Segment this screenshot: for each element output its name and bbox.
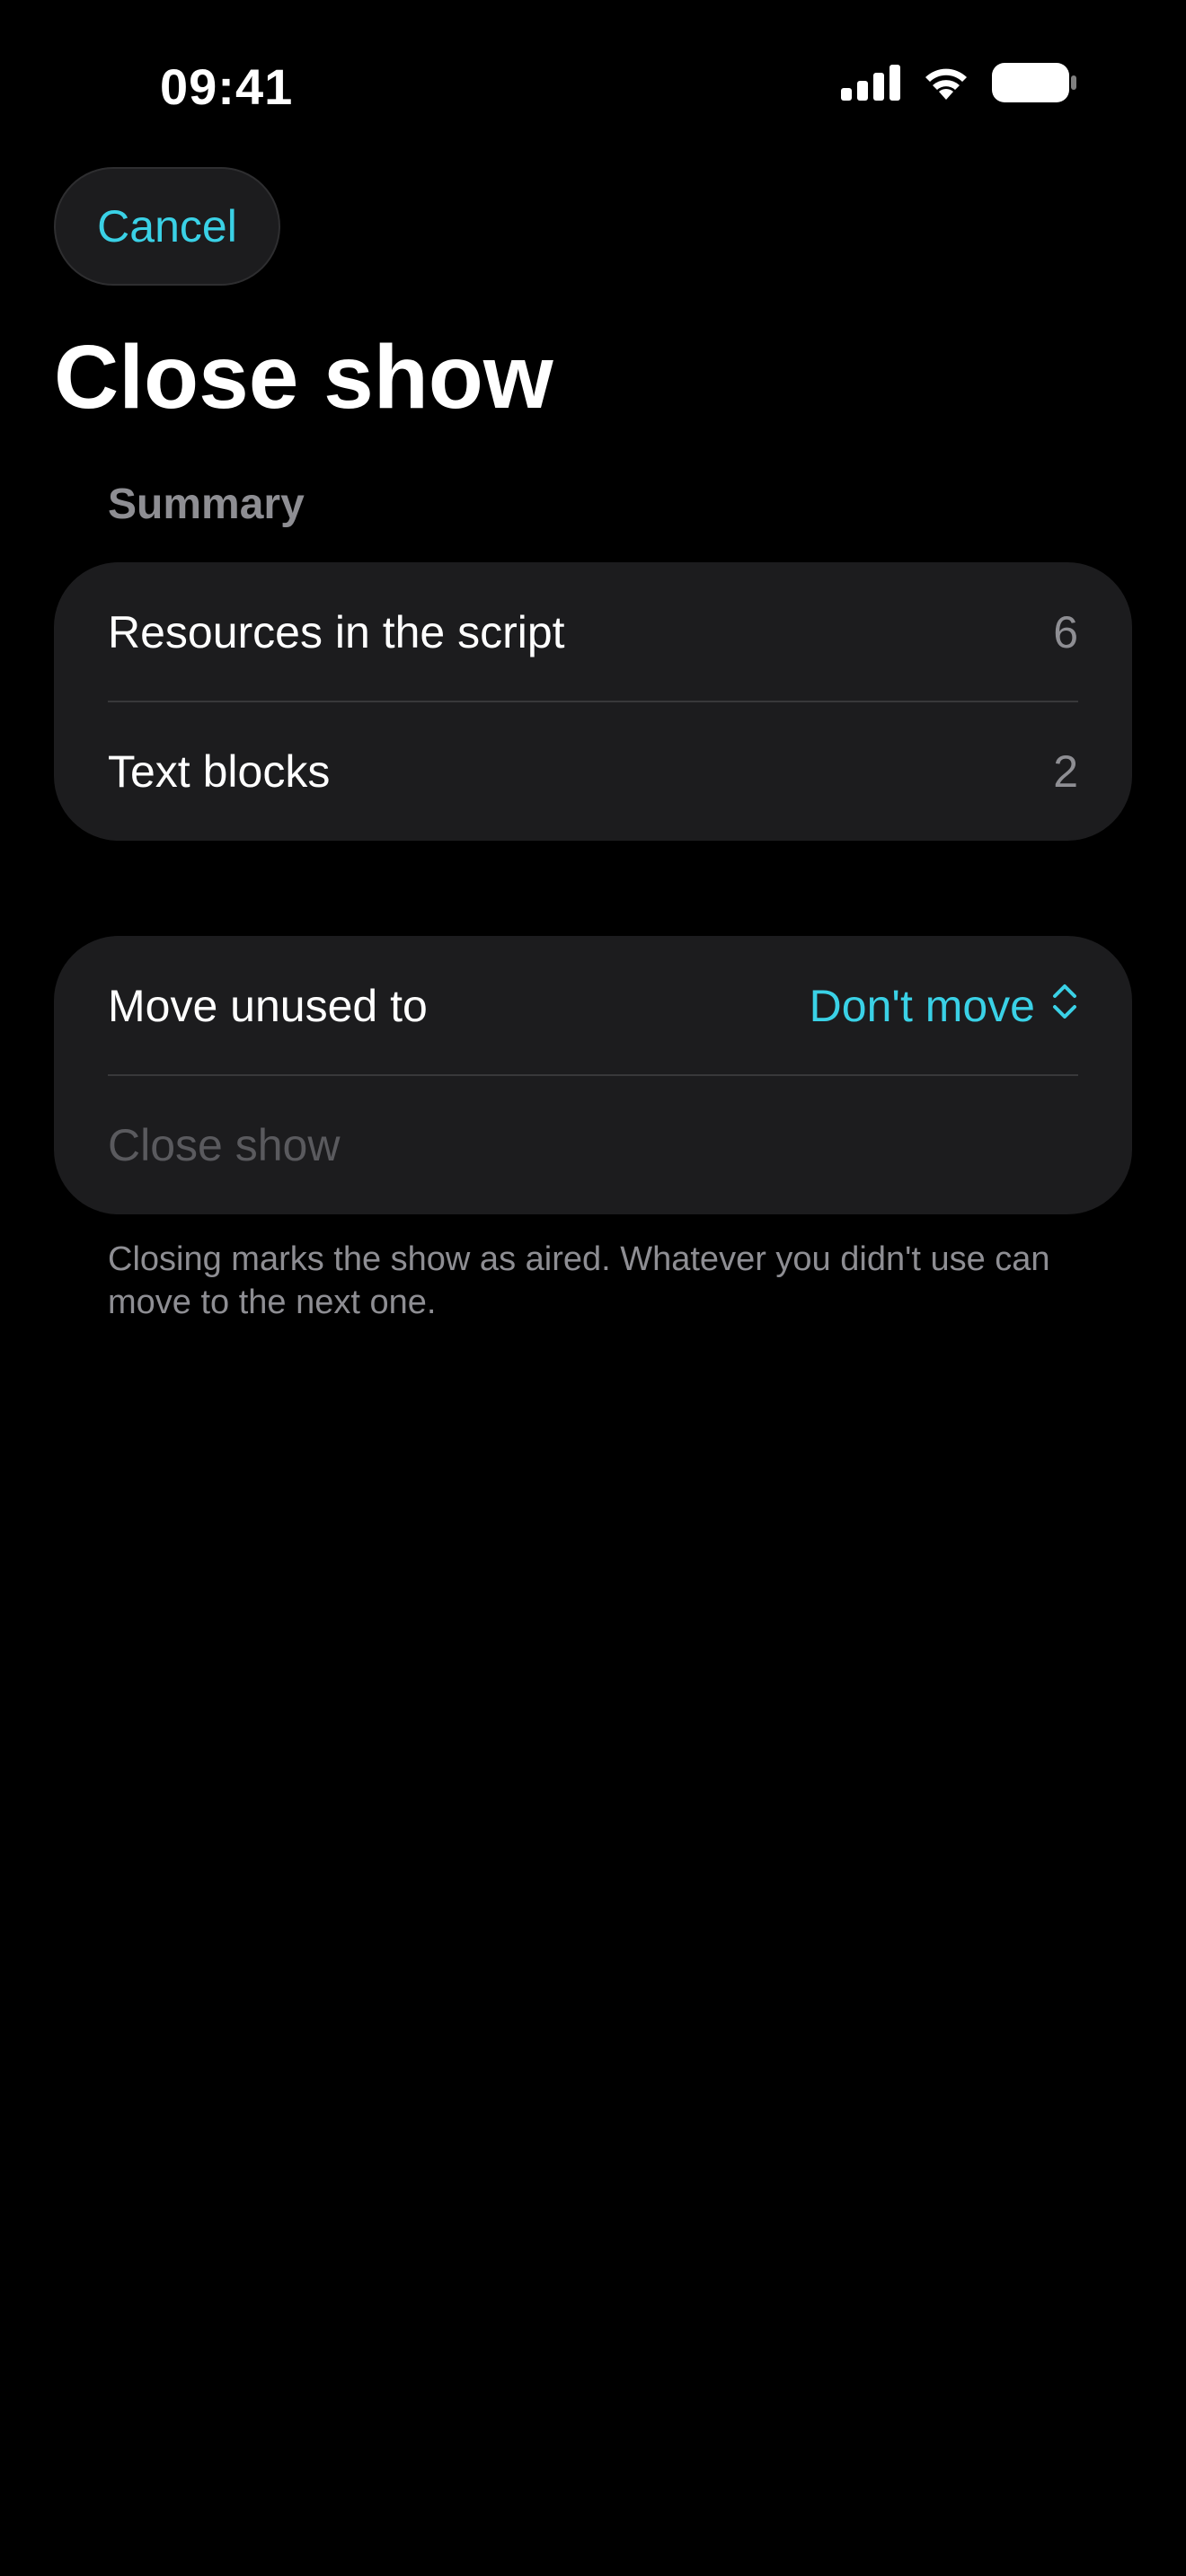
battery-icon <box>992 63 1076 107</box>
section-header-summary: Summary <box>108 481 305 528</box>
footnote: Closing marks the show as aired. Whateve… <box>108 1240 1050 1321</box>
summary-row-label: Resources in the script <box>108 606 565 657</box>
summary-row-value: 6 <box>1053 606 1078 657</box>
cellular-signal-icon <box>841 65 900 105</box>
cancel-button[interactable]: Cancel <box>54 167 280 286</box>
chevron-up-down-icon <box>1051 980 1078 1032</box>
wifi-icon <box>920 64 972 106</box>
summary-row-resources: Resources in the script 6 <box>108 562 1078 701</box>
summary-row-label: Text blocks <box>108 745 331 797</box>
move-unused-row: Move unused to Don't move <box>108 936 1078 1075</box>
move-card: Move unused to Don't move Close show <box>54 936 1132 1214</box>
close-show-button[interactable]: Close show <box>108 1075 1078 1214</box>
status-bar: 09:41 <box>0 0 1186 171</box>
move-destination-picker[interactable]: Don't move <box>810 980 1078 1032</box>
summary-row-value: 2 <box>1053 745 1078 797</box>
status-time: 09:41 <box>160 58 294 115</box>
move-unused-label: Move unused to <box>108 980 428 1031</box>
summary-row-text-blocks: Text blocks 2 <box>108 701 1078 841</box>
close-show-label: Close show <box>108 1119 341 1170</box>
move-destination-value: Don't move <box>809 980 1035 1031</box>
status-icons <box>841 63 1076 107</box>
page-title: Close show <box>54 327 553 428</box>
summary-card: Resources in the script 6 Text blocks 2 <box>54 562 1132 841</box>
